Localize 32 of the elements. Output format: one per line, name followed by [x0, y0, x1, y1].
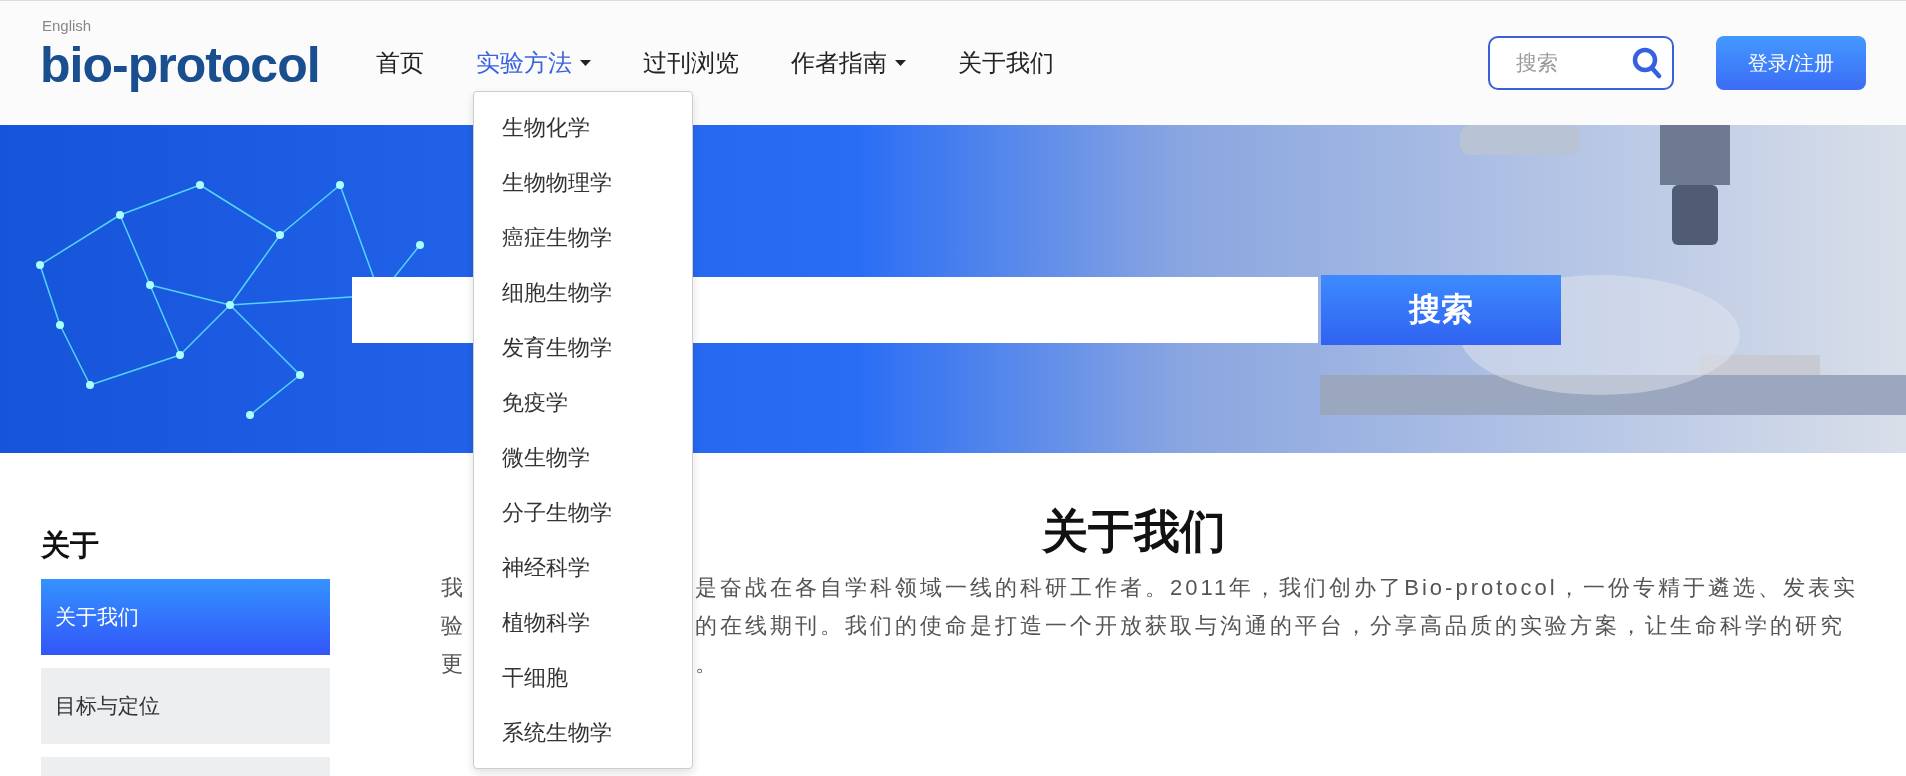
menu-item[interactable]: 神经科学 — [474, 540, 692, 595]
paragraph-text: 的在线期刊。我们的使命是打造一个开放获取与沟通的平台，分享高品质的实验方案，让生命科学的研究 — [695, 612, 1845, 640]
paragraph-text: 。 — [695, 650, 720, 678]
nav-link[interactable]: 实验方法 — [476, 47, 591, 79]
nav-link[interactable]: 首页 — [376, 47, 424, 79]
menu-item[interactable]: 分子生物学 — [474, 485, 692, 540]
nav-link[interactable]: 作者指南 — [791, 47, 906, 79]
menu-item[interactable]: 植物科学 — [474, 595, 692, 650]
paragraph-text: 我 — [441, 574, 466, 602]
menu-item[interactable]: 干细胞 — [474, 650, 692, 705]
menu-item[interactable]: 系统生物学 — [474, 705, 692, 760]
logo[interactable]: bio-protocol — [40, 35, 340, 95]
nav-link[interactable]: 过刊浏览 — [643, 47, 739, 79]
paragraph-text: 更 — [441, 650, 466, 678]
page-title: 关于我们 — [1042, 504, 1226, 559]
sidebar-title: 关于 — [41, 528, 100, 563]
search-button[interactable]: 搜索 — [1321, 275, 1561, 345]
search-icon[interactable] — [1632, 47, 1662, 79]
search-field[interactable]: 搜索 — [1488, 36, 1674, 90]
login-button[interactable]: 登录/注册 — [1716, 36, 1866, 90]
menu-item[interactable]: 微生物学 — [474, 430, 692, 485]
nav-link[interactable]: 关于我们 — [958, 47, 1054, 79]
paragraph-text: 验 — [441, 612, 466, 640]
sidebar-item[interactable]: 关于我们 — [41, 579, 330, 655]
menu-item[interactable]: 生物化学 — [474, 100, 692, 155]
paragraph-text: 是奋战在各自学科领域一线的科研工作者。2011年，我们创办了Bio-protocol，一份专精于遴选、发表实 — [695, 574, 1858, 602]
menu-item[interactable]: 细胞生物学 — [474, 265, 692, 320]
menu-item[interactable]: 发育生物学 — [474, 320, 692, 375]
menu-item[interactable]: 生物物理学 — [474, 155, 692, 210]
menu-item[interactable]: 癌症生物学 — [474, 210, 692, 265]
sidebar-item[interactable]: 目标与定位 — [41, 668, 330, 744]
menu-item[interactable]: 免疫学 — [474, 375, 692, 430]
